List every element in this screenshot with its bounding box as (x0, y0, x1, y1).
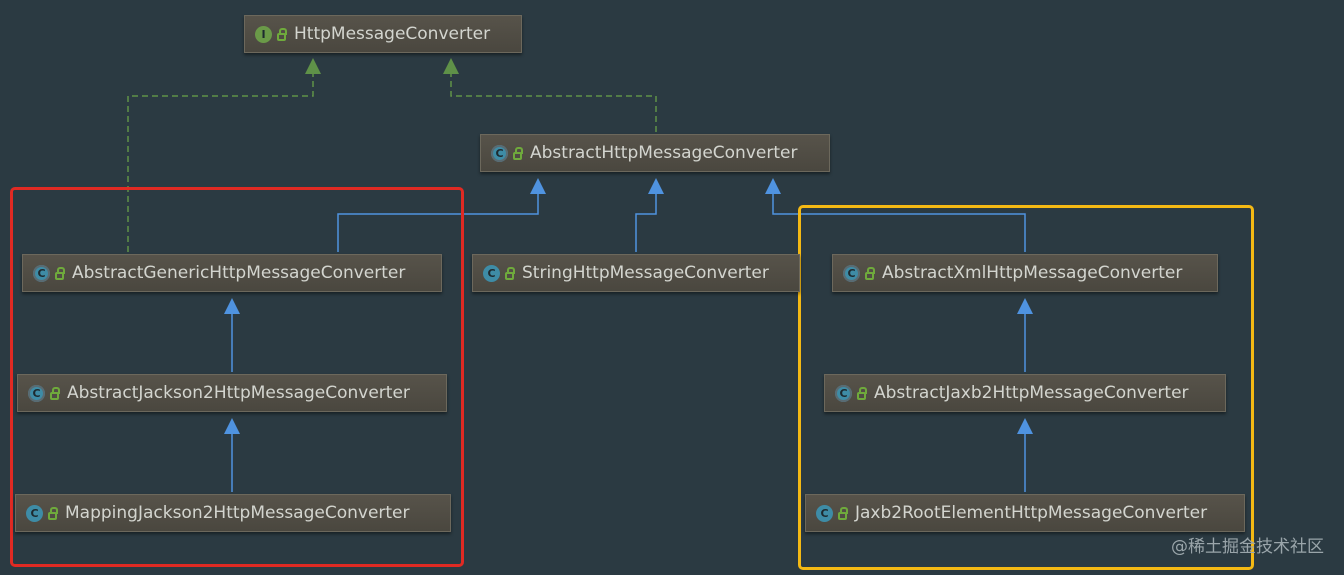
node-abstract-generic-http-message-converter[interactable]: C AbstractGenericHttpMessageConverter (22, 254, 442, 292)
public-lock-icon (857, 387, 867, 400)
node-label: AbstractXmlHttpMessageConverter (882, 263, 1183, 283)
class-icon: C (26, 504, 43, 522)
public-lock-icon (505, 267, 515, 280)
interface-icon: I (255, 25, 272, 43)
class-icon: C (483, 264, 500, 282)
node-label: AbstractJaxb2HttpMessageConverter (874, 383, 1189, 403)
watermark: @稀土掘金技术社区 (1171, 537, 1324, 557)
public-lock-icon (865, 267, 875, 280)
node-abstract-xml-http-message-converter[interactable]: C AbstractXmlHttpMessageConverter (832, 254, 1218, 292)
node-abstract-jackson2-http-message-converter[interactable]: C AbstractJackson2HttpMessageConverter (17, 374, 447, 412)
node-mapping-jackson2-http-message-converter[interactable]: C MappingJackson2HttpMessageConverter (15, 494, 451, 532)
arrowhead-string-extends (648, 178, 664, 194)
node-label: Jaxb2RootElementHttpMessageConverter (855, 503, 1208, 523)
node-label: StringHttpMessageConverter (522, 263, 769, 283)
node-jaxb2-root-element-http-message-converter[interactable]: C Jaxb2RootElementHttpMessageConverter (805, 494, 1245, 532)
abstract-class-icon: C (28, 384, 45, 402)
abstract-class-icon: C (33, 264, 50, 282)
node-label: AbstractGenericHttpMessageConverter (72, 263, 406, 283)
node-label: AbstractJackson2HttpMessageConverter (67, 383, 410, 403)
class-diagram-canvas: I HttpMessageConverter C AbstractHttpMes… (0, 0, 1344, 575)
edge-string-extends-abstract (635, 194, 657, 252)
edge-abstract-implements-converter (450, 72, 657, 132)
public-lock-icon (55, 267, 65, 280)
public-lock-icon (838, 507, 848, 520)
node-label: MappingJackson2HttpMessageConverter (65, 503, 410, 523)
node-abstract-http-message-converter[interactable]: C AbstractHttpMessageConverter (480, 134, 830, 172)
public-lock-icon (50, 387, 60, 400)
node-label: AbstractHttpMessageConverter (530, 143, 798, 163)
node-label: HttpMessageConverter (294, 24, 491, 44)
public-lock-icon (48, 507, 58, 520)
arrowhead-xml-extends (765, 178, 781, 194)
class-icon: C (816, 504, 833, 522)
public-lock-icon (513, 147, 523, 160)
node-string-http-message-converter[interactable]: C StringHttpMessageConverter (472, 254, 800, 292)
abstract-class-icon: C (835, 384, 852, 402)
node-abstract-jaxb2-http-message-converter[interactable]: C AbstractJaxb2HttpMessageConverter (824, 374, 1226, 412)
abstract-class-icon: C (491, 144, 508, 162)
arrowhead-generic-extends (530, 178, 546, 194)
arrowhead-abstract-implements (443, 58, 459, 74)
abstract-class-icon: C (843, 264, 860, 282)
arrowhead-generic-implements (305, 58, 321, 74)
public-lock-icon (277, 28, 287, 41)
node-http-message-converter[interactable]: I HttpMessageConverter (244, 15, 522, 53)
